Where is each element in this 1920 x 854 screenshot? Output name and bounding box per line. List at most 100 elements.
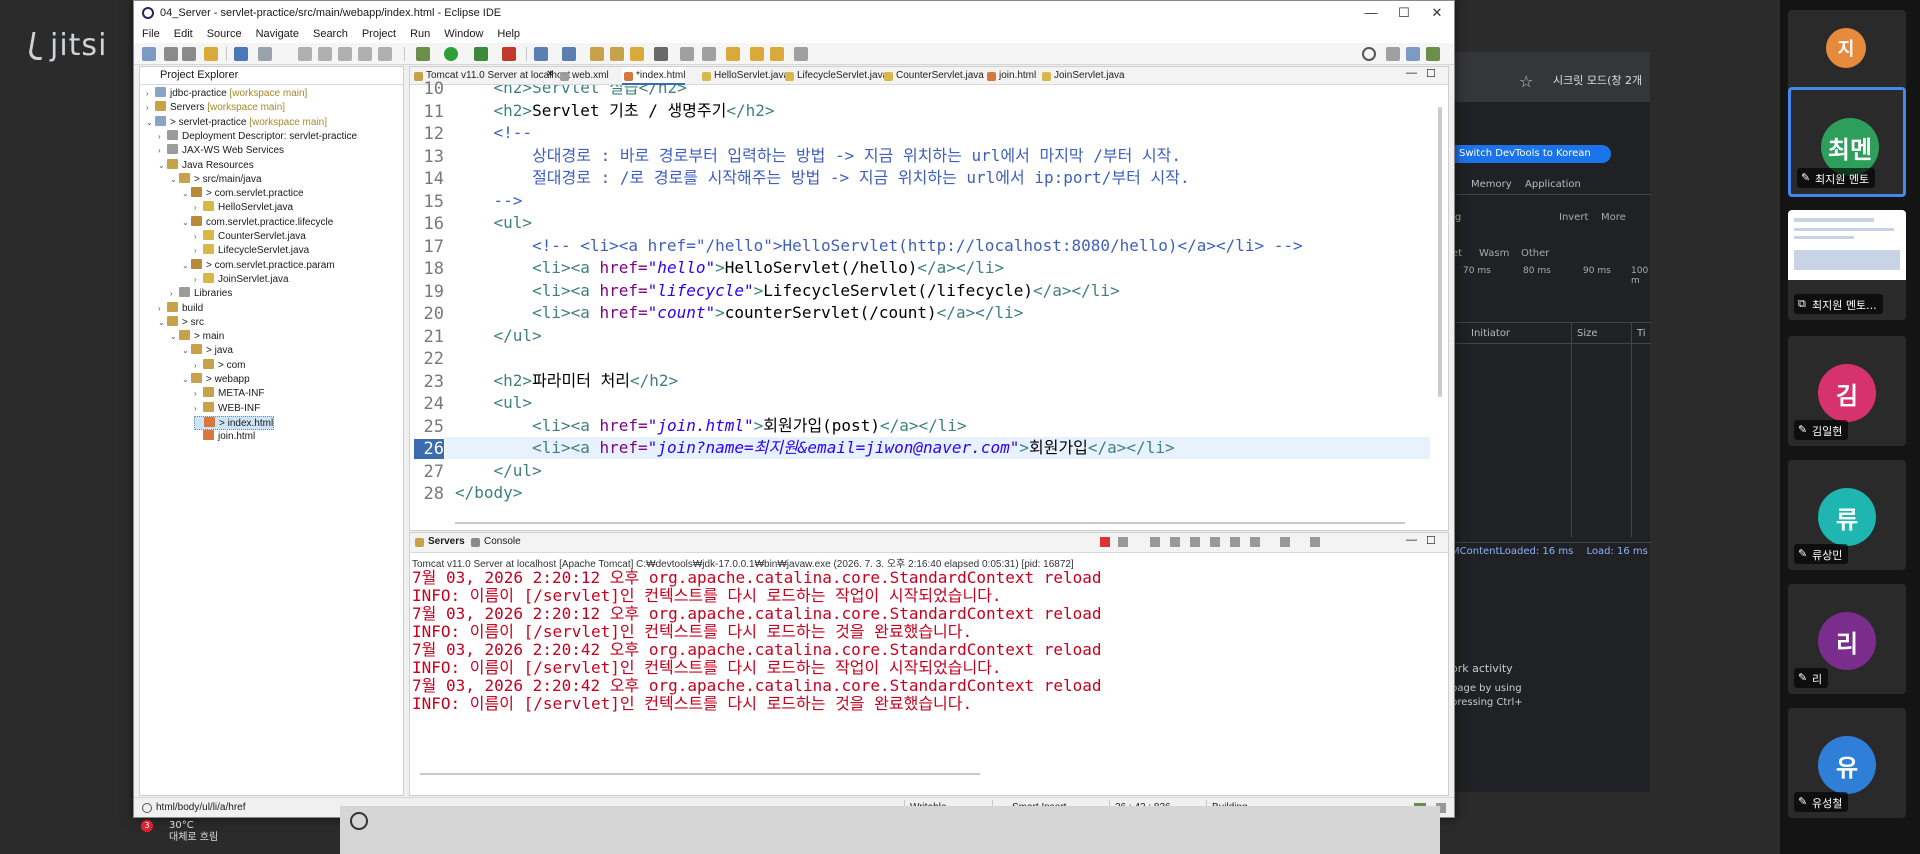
open-perspective-icon[interactable] [1386,47,1400,61]
expand-arrow-icon[interactable]: › [158,302,167,316]
tree-item[interactable]: › CounterServlet.java [194,230,306,244]
debug-step-into-icon[interactable] [358,47,372,61]
code-area[interactable]: <h2>Servlet 실습</h2> <h2>Servlet 기초 / 생명주… [410,85,1430,518]
code-line[interactable]: <li><a href="count">counterServlet(/coun… [455,302,1023,324]
editor-tab[interactable]: HelloServlet.java [700,67,789,85]
expand-arrow-icon[interactable]: ⌄ [182,259,191,273]
tree-item[interactable]: ⌄ > src/main/java [170,172,262,187]
window-titlebar[interactable]: 04_Server - servlet-practice/src/main/we… [134,1,1454,25]
menu-run[interactable]: Run [410,28,430,40]
project-explorer-tab[interactable]: Project Explorer [140,67,403,85]
pin-console-icon[interactable] [1250,537,1260,547]
column-initiator[interactable]: Initiator [1471,328,1510,339]
tree-item[interactable]: › LifecycleServlet.java [194,244,309,258]
debug-perspective-icon[interactable] [1426,47,1440,61]
menu-file[interactable]: File [142,28,160,40]
participant-tile[interactable]: 리 ✎ 리 [1788,584,1906,694]
expand-arrow-icon[interactable]: › [194,230,203,244]
tree-item[interactable]: › jdbc-practice [workspace main] [146,87,307,101]
jee-perspective-icon[interactable] [1406,47,1420,61]
tree-item[interactable]: ⌄ > servlet-practice [workspace main] [146,115,327,130]
show-stderr-icon[interactable] [1230,537,1240,547]
code-line[interactable]: <li><a href="hello">HelloServlet(/hello)… [455,257,1004,279]
back-icon[interactable] [750,47,764,61]
minimize-editor-icon[interactable]: — [1406,67,1417,79]
debug-suspend-icon[interactable] [318,47,332,61]
remove-launch-icon[interactable] [1118,537,1128,547]
maximize-view-icon[interactable]: ☐ [1426,534,1436,547]
tree-item[interactable]: ⌄ > java [182,344,233,358]
incognito-indicator[interactable]: 시크릿 모드(창 2개 [1553,72,1642,88]
devtools-tab-application[interactable]: Application [1525,179,1581,190]
close-button[interactable]: ✕ [1422,4,1452,22]
expand-arrow-icon[interactable]: › [194,359,203,373]
open-console-icon[interactable] [1310,537,1320,547]
participant-tile[interactable]: 최멘 ✎ 최지원 멘토 [1788,87,1906,197]
code-line[interactable]: 상대경로 : 바로 경로부터 입력하는 방법 -> 지금 위치하는 url에서 … [455,145,1181,167]
scroll-lock-icon[interactable] [1170,537,1180,547]
filter-other[interactable]: Other [1521,248,1549,259]
tree-item[interactable]: ⌄ > main [170,330,224,344]
open-task-icon[interactable] [610,47,624,61]
forward-icon[interactable] [770,47,784,61]
tree-item[interactable]: › Libraries [170,287,232,301]
tree-item[interactable]: › > com [194,358,246,373]
tree-item[interactable]: › JAX-WS Web Services [158,144,284,158]
tree-item[interactable]: › Deployment Descriptor: servlet-practice [158,129,357,144]
tab-servers[interactable]: Servers [414,536,465,547]
background-browser-window[interactable]: ☆ 시크릿 모드(창 2개 Switch DevTools to Korean … [1440,52,1651,792]
invert-checkbox[interactable]: Invert [1559,212,1588,223]
next-annotation-icon[interactable] [680,47,694,61]
devtools-tab-memory[interactable]: Memory [1471,179,1512,190]
tree-item[interactable]: › HelloServlet.java [194,201,293,215]
menu-edit[interactable]: Edit [174,28,193,40]
menu-help[interactable]: Help [497,28,520,40]
expand-arrow-icon[interactable]: ⌄ [170,330,179,344]
code-line[interactable]: </ul> [455,325,542,347]
code-line[interactable]: <ul> [455,212,533,234]
expand-arrow-icon[interactable]: › [146,101,155,115]
coverage-icon[interactable] [502,47,516,61]
expand-arrow-icon[interactable]: ⌄ [182,216,191,230]
minimize-button[interactable]: — [1356,4,1386,22]
editor-tab[interactable]: JoinServlet.java [1040,67,1125,85]
editor-tab[interactable]: *index.html [622,67,686,85]
run-external-icon[interactable] [474,47,488,61]
code-line[interactable]: <li><a href="join.html">회원가입(post)</a></… [455,415,967,437]
new-java-class-icon[interactable] [562,47,576,61]
expand-arrow-icon[interactable]: › [158,130,167,144]
more-filters-button[interactable]: More [1601,212,1626,223]
expand-arrow-icon[interactable]: › [146,87,155,101]
tree-item[interactable]: ⌄ > webapp [182,373,250,387]
code-line[interactable]: --> [455,190,523,212]
menu-source[interactable]: Source [207,28,242,40]
code-line[interactable]: 절대경로 : /로 경로를 시작해주는 방법 -> 지금 위치하는 url에서 … [455,167,1190,189]
expand-arrow-icon[interactable]: ⌄ [146,116,155,130]
menu-search[interactable]: Search [313,28,348,40]
participant-tile[interactable]: 유 ✎ 유성철 [1788,708,1906,818]
code-line[interactable]: </body> [455,482,522,504]
code-line[interactable]: <!-- <li><a href="/hello">HelloServlet(h… [455,235,1303,257]
code-line[interactable]: <!-- [455,122,533,144]
column-size[interactable]: Size [1577,328,1598,339]
menu-navigate[interactable]: Navigate [256,28,299,40]
taskbar-app-icon[interactable] [350,812,368,830]
code-line[interactable]: <h2>Servlet 실습</h2> [455,85,687,99]
console-horizontal-scrollbar[interactable] [420,773,980,775]
new-java-package-icon[interactable] [534,47,548,61]
tree-item[interactable]: ⌄ com.servlet.practice.lifecycle [182,215,333,230]
code-line[interactable]: </ul> [455,460,542,482]
code-line[interactable]: <h2>Servlet 기초 / 생명주기</h2> [455,100,775,122]
code-line[interactable]: <ul> [455,392,533,414]
debug-stop-icon[interactable] [338,47,352,61]
debug-step-over-icon[interactable] [378,47,392,61]
editor-tab[interactable]: join.html [985,67,1036,85]
last-edit-icon[interactable] [726,47,740,61]
tree-item[interactable]: ⌄ > com.servlet.practice.param [182,258,335,273]
debug-step-icon[interactable] [298,47,312,61]
run-icon[interactable] [444,47,458,61]
bookmark-star-icon[interactable]: ☆ [1519,72,1533,91]
editor-tab[interactable]: CounterServlet.java [882,67,984,85]
skip-breakpoints-icon[interactable] [258,47,272,61]
show-stdout-icon[interactable] [1210,537,1220,547]
